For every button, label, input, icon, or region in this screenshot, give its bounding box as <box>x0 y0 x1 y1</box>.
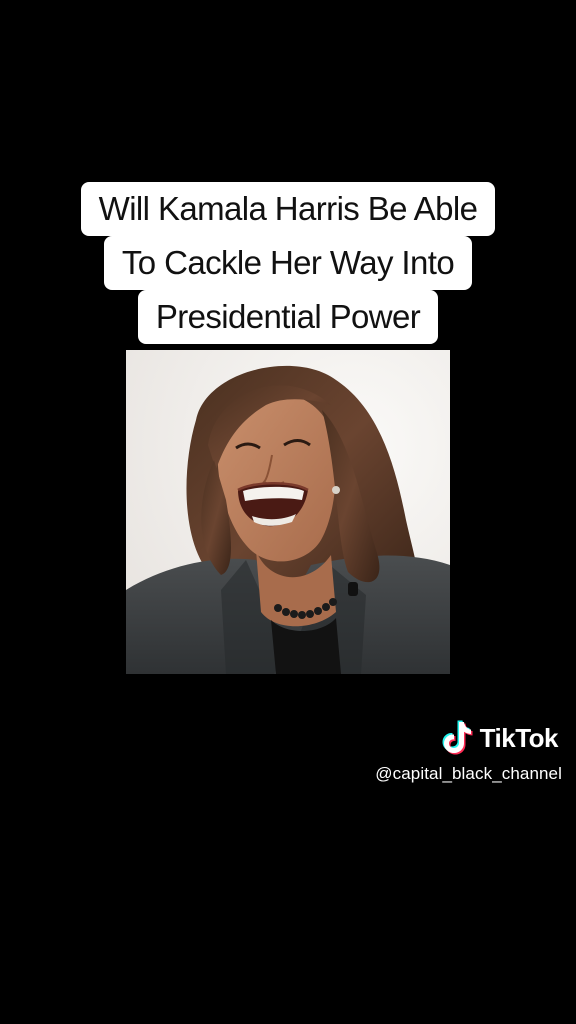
laughing-woman-photo <box>126 350 450 674</box>
tiktok-wordmark: TikTok <box>479 722 559 753</box>
tiktok-watermark: TikTok @capital_black_channel <box>300 712 562 792</box>
video-frame: Will Kamala Harris Be Able To Cackle Her… <box>0 0 576 1024</box>
caption-line-1: Will Kamala Harris Be Able <box>80 182 496 236</box>
creator-handle: @capital_black_channel <box>375 764 562 783</box>
tiktok-logo: TikTok <box>440 718 559 758</box>
caption-line-2: To Cackle Her Way Into <box>103 236 473 290</box>
tiktok-note-icon <box>442 720 473 755</box>
caption-block: Will Kamala Harris Be Able To Cackle Her… <box>0 182 576 344</box>
caption-line-3: Presidential Power <box>137 290 439 344</box>
